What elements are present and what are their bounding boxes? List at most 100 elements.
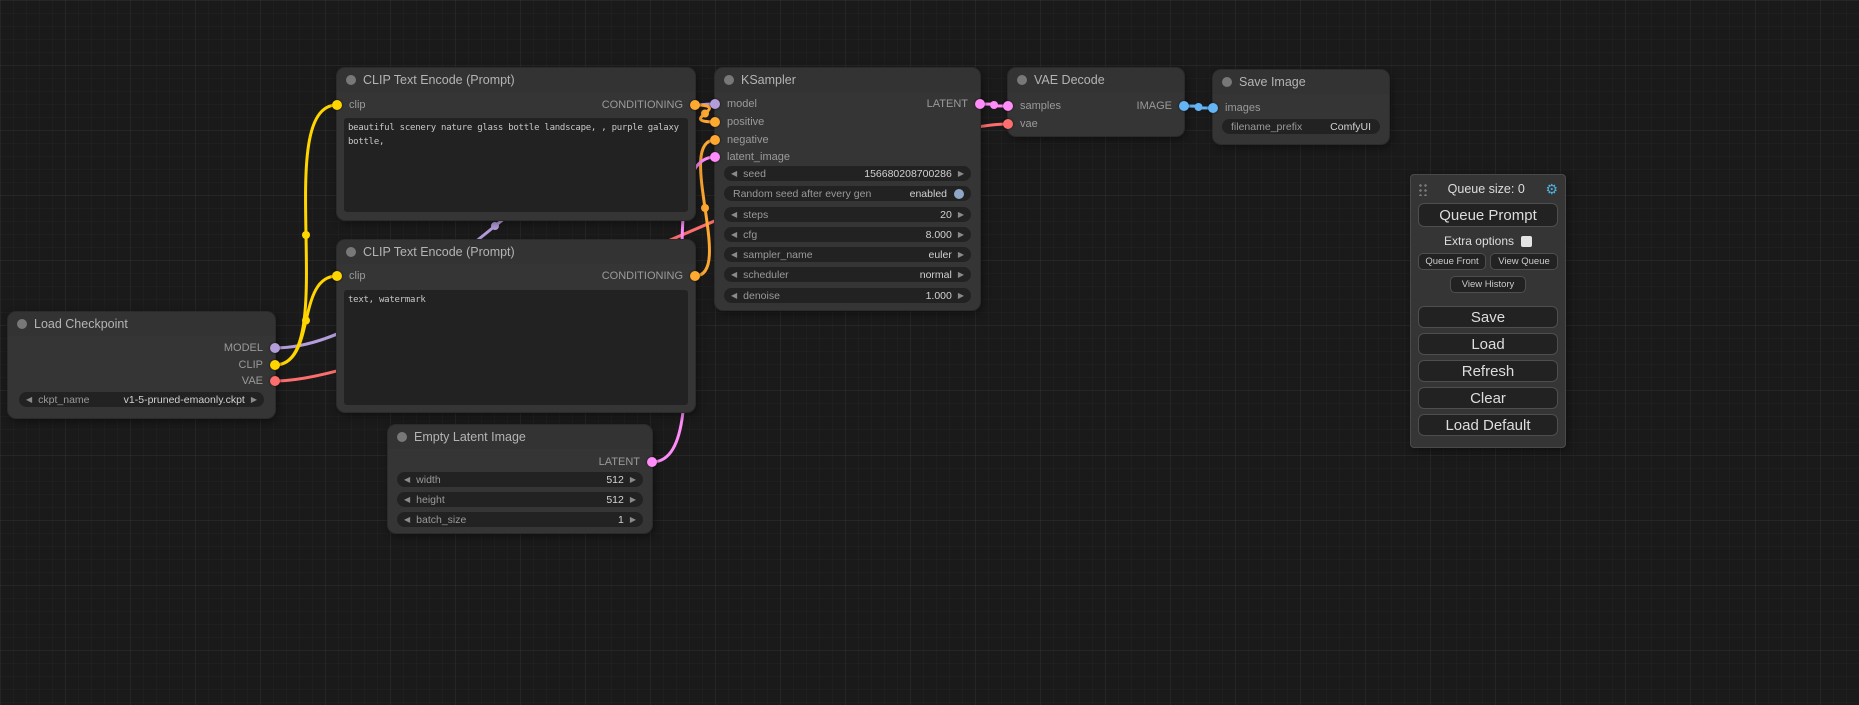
increment-arrow-icon[interactable]: ▶ — [958, 231, 964, 239]
latent-output-port[interactable] — [647, 457, 657, 467]
increment-arrow-icon[interactable]: ▶ — [958, 251, 964, 259]
conditioning-output-port[interactable] — [690, 271, 700, 281]
images-input-port[interactable] — [1208, 103, 1218, 113]
refresh-button[interactable]: Refresh — [1418, 360, 1558, 382]
collapse-dot-icon[interactable] — [1017, 75, 1027, 85]
sampler-name-widget[interactable]: ◀ sampler_name euler ▶ — [724, 247, 971, 262]
collapse-dot-icon[interactable] — [724, 75, 734, 85]
increment-arrow-icon[interactable]: ▶ — [958, 170, 964, 178]
positive-prompt-textarea[interactable] — [344, 118, 688, 212]
node-title-bar[interactable]: KSampler — [715, 68, 980, 92]
decrement-arrow-icon[interactable]: ◀ — [731, 292, 737, 300]
increment-arrow-icon[interactable]: ▶ — [958, 211, 964, 219]
increment-arrow-icon[interactable]: ▶ — [251, 396, 257, 404]
node-clip-text-encode-negative[interactable]: CLIP Text Encode (Prompt) clip CONDITION… — [337, 240, 695, 412]
filename-prefix-widget[interactable]: filename_prefix ComfyUI — [1222, 119, 1380, 134]
scheduler-widget[interactable]: ◀ scheduler normal ▶ — [724, 267, 971, 282]
collapse-dot-icon[interactable] — [1222, 77, 1232, 87]
node-title: KSampler — [741, 73, 796, 87]
negative-prompt-textarea[interactable] — [344, 290, 688, 405]
node-title-bar[interactable]: Save Image — [1213, 70, 1389, 94]
positive-input-port[interactable] — [710, 117, 720, 127]
node-title-bar[interactable]: CLIP Text Encode (Prompt) — [337, 68, 695, 92]
decrement-arrow-icon[interactable]: ◀ — [731, 170, 737, 178]
node-title-bar[interactable]: Load Checkpoint — [8, 312, 275, 336]
vae-input-port[interactable] — [1003, 119, 1013, 129]
increment-arrow-icon[interactable]: ▶ — [630, 476, 636, 484]
save-button[interactable]: Save — [1418, 306, 1558, 328]
samples-input-port[interactable] — [1003, 101, 1013, 111]
decrement-arrow-icon[interactable]: ◀ — [26, 396, 32, 404]
input-slot-images: images — [1213, 100, 1389, 116]
widget-label: width — [416, 474, 441, 486]
widget-value: euler — [928, 249, 951, 261]
cfg-widget[interactable]: ◀ cfg 8.000 ▶ — [724, 227, 971, 242]
input-label-clip: clip — [349, 270, 366, 282]
settings-gear-icon[interactable]: ⚙ — [1545, 181, 1558, 198]
node-load-checkpoint[interactable]: Load Checkpoint MODEL CLIP VAE ◀ ckpt_na… — [8, 312, 275, 418]
model-input-port[interactable] — [710, 99, 720, 109]
node-title-bar[interactable]: CLIP Text Encode (Prompt) — [337, 240, 695, 264]
collapse-dot-icon[interactable] — [397, 432, 407, 442]
view-queue-button[interactable]: View Queue — [1490, 253, 1558, 270]
node-title: Empty Latent Image — [414, 430, 526, 444]
node-title-bar[interactable]: Empty Latent Image — [388, 425, 652, 449]
node-save-image[interactable]: Save Image images filename_prefix ComfyU… — [1213, 70, 1389, 144]
conditioning-output-port[interactable] — [690, 100, 700, 110]
drag-handle-icon[interactable] — [1418, 182, 1427, 196]
steps-widget[interactable]: ◀ steps 20 ▶ — [724, 207, 971, 222]
node-ksampler[interactable]: KSampler model LATENT positive negative … — [715, 68, 980, 310]
vae-output-port[interactable] — [270, 376, 280, 386]
collapse-dot-icon[interactable] — [346, 75, 356, 85]
increment-arrow-icon[interactable]: ▶ — [630, 496, 636, 504]
decrement-arrow-icon[interactable]: ◀ — [404, 476, 410, 484]
node-graph-canvas[interactable]: Load Checkpoint MODEL CLIP VAE ◀ ckpt_na… — [0, 0, 1859, 705]
model-output-port[interactable] — [270, 343, 280, 353]
random-seed-toggle-widget[interactable]: Random seed after every gen enabled — [724, 186, 971, 201]
ckpt-name-widget[interactable]: ◀ ckpt_name v1-5-pruned-emaonly.ckpt ▶ — [19, 392, 264, 407]
node-clip-text-encode-positive[interactable]: CLIP Text Encode (Prompt) clip CONDITION… — [337, 68, 695, 220]
batch-size-widget[interactable]: ◀ batch_size 1 ▶ — [397, 512, 643, 527]
decrement-arrow-icon[interactable]: ◀ — [404, 516, 410, 524]
output-slot-latent: LATENT — [388, 454, 652, 470]
widget-value: 20 — [940, 209, 952, 221]
queue-front-button[interactable]: Queue Front — [1418, 253, 1486, 270]
node-title-bar[interactable]: VAE Decode — [1008, 68, 1184, 92]
queue-prompt-button[interactable]: Queue Prompt — [1418, 203, 1558, 227]
view-history-button[interactable]: View History — [1450, 276, 1527, 293]
slot-row: clip CONDITIONING — [337, 97, 695, 113]
widget-value: enabled — [910, 188, 947, 200]
clip-input-port[interactable] — [332, 100, 342, 110]
height-widget[interactable]: ◀ height 512 ▶ — [397, 492, 643, 507]
decrement-arrow-icon[interactable]: ◀ — [404, 496, 410, 504]
latent-image-input-port[interactable] — [710, 152, 720, 162]
node-empty-latent-image[interactable]: Empty Latent Image LATENT ◀ width 512 ▶ … — [388, 425, 652, 533]
widget-label: batch_size — [416, 514, 466, 526]
increment-arrow-icon[interactable]: ▶ — [958, 271, 964, 279]
collapse-dot-icon[interactable] — [17, 319, 27, 329]
seed-widget[interactable]: ◀ seed 156680208700286 ▶ — [724, 166, 971, 181]
load-default-button[interactable]: Load Default — [1418, 414, 1558, 436]
denoise-widget[interactable]: ◀ denoise 1.000 ▶ — [724, 288, 971, 303]
decrement-arrow-icon[interactable]: ◀ — [731, 251, 737, 259]
node-title: VAE Decode — [1034, 73, 1105, 87]
node-vae-decode[interactable]: VAE Decode samples IMAGE vae — [1008, 68, 1184, 136]
widget-label: filename_prefix — [1231, 121, 1302, 133]
increment-arrow-icon[interactable]: ▶ — [958, 292, 964, 300]
load-button[interactable]: Load — [1418, 333, 1558, 355]
clip-output-port[interactable] — [270, 360, 280, 370]
extra-options-checkbox[interactable] — [1521, 236, 1532, 247]
increment-arrow-icon[interactable]: ▶ — [630, 516, 636, 524]
decrement-arrow-icon[interactable]: ◀ — [731, 231, 737, 239]
image-output-port[interactable] — [1179, 101, 1189, 111]
decrement-arrow-icon[interactable]: ◀ — [731, 211, 737, 219]
decrement-arrow-icon[interactable]: ◀ — [731, 271, 737, 279]
collapse-dot-icon[interactable] — [346, 247, 356, 257]
latent-output-port[interactable] — [975, 99, 985, 109]
clip-input-port[interactable] — [332, 271, 342, 281]
negative-input-port[interactable] — [710, 135, 720, 145]
width-widget[interactable]: ◀ width 512 ▶ — [397, 472, 643, 487]
toggle-dot-icon[interactable] — [954, 189, 964, 199]
clear-button[interactable]: Clear — [1418, 387, 1558, 409]
node-title: Save Image — [1239, 75, 1306, 89]
